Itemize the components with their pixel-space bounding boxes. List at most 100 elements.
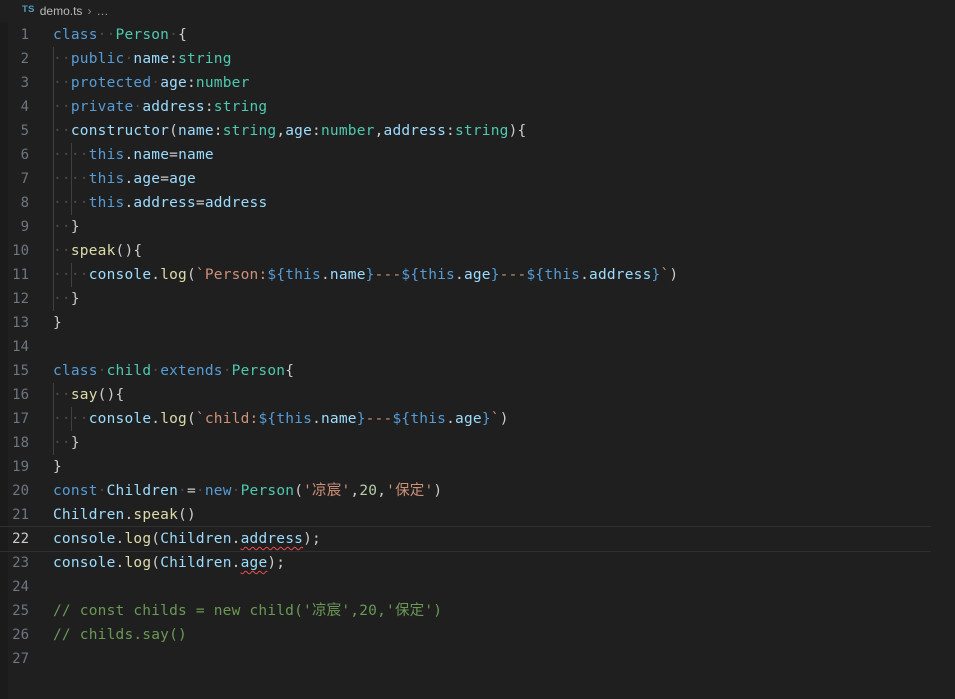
line-content[interactable]: ····this.name=name xyxy=(53,143,955,167)
line-tokens: ··private·address:string xyxy=(53,99,268,115)
code-line[interactable]: 18 ··} xyxy=(0,431,955,455)
line-number: 10 xyxy=(12,243,29,259)
line-tokens: ··} xyxy=(53,435,80,451)
code-line[interactable]: 27 xyxy=(0,647,955,671)
line-tokens: ····console.log(`child:${this.name}---${… xyxy=(53,411,509,427)
line-content[interactable]: } xyxy=(53,311,955,335)
line-content[interactable]: ··private·address:string xyxy=(53,95,955,119)
breadcrumb-file-name[interactable]: demo.ts xyxy=(40,4,83,18)
line-content[interactable]: ····console.log(`Person:${this.name}---$… xyxy=(53,263,955,287)
code-line[interactable]: 21 Children.speak() xyxy=(0,503,955,527)
line-content[interactable]: ··protected·age:number xyxy=(53,71,955,95)
line-content[interactable]: ··} xyxy=(53,215,955,239)
line-tokens: ··} xyxy=(53,219,80,235)
code-line[interactable]: 17 ····console.log(`child:${this.name}--… xyxy=(0,407,955,431)
line-content[interactable]: class·child·extends·Person{ xyxy=(53,359,955,383)
line-number: 17 xyxy=(12,411,29,427)
line-content[interactable]: console.log(Children.age); xyxy=(53,551,955,575)
code-line[interactable]: 7 ····this.age=age xyxy=(0,167,955,191)
line-number: 8 xyxy=(20,195,29,211)
code-lines-container[interactable]: 1 class··Person·{ 2 ··public·name:string… xyxy=(0,22,955,671)
breadcrumb-overflow[interactable]: … xyxy=(96,4,109,18)
code-line[interactable]: 15 class·child·extends·Person{ xyxy=(0,359,955,383)
line-content[interactable]: // const childs = new child('凉宸',20,'保定'… xyxy=(53,599,955,623)
code-line[interactable]: 26 // childs.say() xyxy=(0,623,955,647)
line-tokens: // const childs = new child('凉宸',20,'保定'… xyxy=(53,603,443,619)
line-tokens: class··Person·{ xyxy=(53,27,187,43)
line-tokens: // childs.say() xyxy=(53,627,187,643)
code-line[interactable]: 8 ····this.address=address xyxy=(0,191,955,215)
line-content[interactable]: ··say(){ xyxy=(53,383,955,407)
code-line[interactable]: 10 ··speak(){ xyxy=(0,239,955,263)
line-number: 12 xyxy=(12,291,29,307)
line-content[interactable] xyxy=(53,335,955,359)
line-content[interactable]: ····console.log(`child:${this.name}---${… xyxy=(53,407,955,431)
line-number: 24 xyxy=(12,579,29,595)
line-tokens: Children.speak() xyxy=(53,507,196,523)
code-line[interactable]: 6 ····this.name=name xyxy=(0,143,955,167)
line-content[interactable]: ··constructor(name:string,age:number,add… xyxy=(53,119,955,143)
line-number: 18 xyxy=(12,435,29,451)
line-number: 15 xyxy=(12,363,29,379)
line-content[interactable]: ··public·name:string xyxy=(53,47,955,71)
code-line[interactable]: 4 ··private·address:string xyxy=(0,95,955,119)
line-number: 25 xyxy=(12,603,29,619)
line-tokens: console.log(Children.address); xyxy=(53,531,321,547)
line-tokens: } xyxy=(53,459,62,475)
line-number: 20 xyxy=(12,483,29,499)
error-token: address xyxy=(240,531,304,547)
code-line[interactable]: 25 // const childs = new child('凉宸',20,'… xyxy=(0,599,955,623)
code-line[interactable]: 13 } xyxy=(0,311,955,335)
code-line[interactable]: 12 ··} xyxy=(0,287,955,311)
code-line[interactable]: 23 console.log(Children.age); xyxy=(0,551,955,575)
code-editor[interactable]: 1 class··Person·{ 2 ··public·name:string… xyxy=(0,22,955,699)
breadcrumb[interactable]: TS demo.ts › … xyxy=(0,0,955,22)
line-number: 16 xyxy=(12,387,29,403)
line-tokens: ··say(){ xyxy=(53,387,125,403)
line-number: 7 xyxy=(20,171,29,187)
line-content[interactable]: ··} xyxy=(53,287,955,311)
line-content[interactable]: const·Children·=·new·Person('凉宸',20,'保定'… xyxy=(53,479,955,503)
line-content[interactable]: ··} xyxy=(53,431,955,455)
code-line[interactable]: 9 ··} xyxy=(0,215,955,239)
line-content[interactable]: } xyxy=(53,455,955,479)
line-number: 4 xyxy=(20,99,29,115)
line-tokens: console.log(Children.age); xyxy=(53,555,286,571)
line-number: 23 xyxy=(12,555,29,571)
line-number: 27 xyxy=(12,651,29,667)
line-content[interactable] xyxy=(53,647,955,671)
code-line[interactable]: 5 ··constructor(name:string,age:number,a… xyxy=(0,119,955,143)
line-content[interactable] xyxy=(53,575,955,599)
code-line[interactable]: 16 ··say(){ xyxy=(0,383,955,407)
code-line[interactable]: 3 ··protected·age:number xyxy=(0,71,955,95)
line-number: 5 xyxy=(20,123,29,139)
line-content[interactable]: ····this.age=age xyxy=(53,167,955,191)
line-number-active: 22 xyxy=(12,531,29,547)
line-content[interactable]: class··Person·{ xyxy=(53,23,955,47)
code-line[interactable]: 1 class··Person·{ xyxy=(0,23,955,47)
line-content[interactable]: // childs.say() xyxy=(53,623,955,647)
error-token: age xyxy=(240,555,268,571)
line-tokens: ····this.name=name xyxy=(53,147,214,163)
line-content[interactable]: console.log(Children.address); xyxy=(0,526,955,552)
line-tokens: const·Children·=·new·Person('凉宸',20,'保定'… xyxy=(53,483,443,499)
code-line[interactable]: 24 xyxy=(0,575,955,599)
line-content[interactable]: Children.speak() xyxy=(53,503,955,527)
line-content[interactable]: ··speak(){ xyxy=(53,239,955,263)
code-line[interactable]: 19 } xyxy=(0,455,955,479)
line-tokens: ··public·name:string xyxy=(53,51,232,67)
line-tokens: ··constructor(name:string,age:number,add… xyxy=(53,123,527,139)
line-tokens: ··speak(){ xyxy=(53,243,143,259)
line-number: 11 xyxy=(12,267,29,283)
line-content[interactable]: ····this.address=address xyxy=(53,191,955,215)
code-line[interactable]: 11 ····console.log(`Person:${this.name}-… xyxy=(0,263,955,287)
line-number: 13 xyxy=(12,315,29,331)
line-tokens: } xyxy=(53,315,62,331)
code-line[interactable]: 20 const·Children·=·new·Person('凉宸',20,'… xyxy=(0,479,955,503)
line-tokens: ··protected·age:number xyxy=(53,75,250,91)
code-line[interactable]: 14 xyxy=(0,335,955,359)
line-tokens: ····console.log(`Person:${this.name}---$… xyxy=(53,267,679,283)
code-line[interactable]: 2 ··public·name:string xyxy=(0,47,955,71)
line-number: 14 xyxy=(12,339,29,355)
code-line-active[interactable]: 22 console.log(Children.address); xyxy=(0,526,955,552)
